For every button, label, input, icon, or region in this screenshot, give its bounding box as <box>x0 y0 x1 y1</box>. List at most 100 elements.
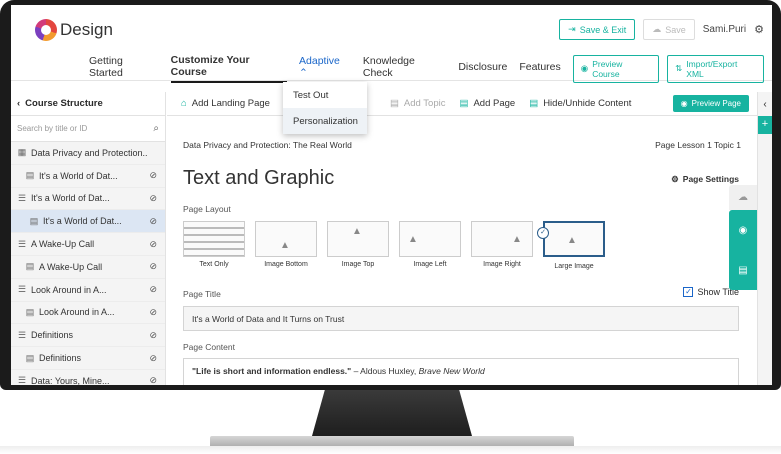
tab-knowledge-check[interactable]: Knowledge Check <box>363 55 446 82</box>
page-title-input[interactable]: It's a World of Data and It Turns on Tru… <box>183 306 739 331</box>
import-export-button[interactable]: ⇅ Import/Export XML <box>667 54 764 83</box>
sidebar-item[interactable]: ▤ It's a World of Dat... ⊘ <box>11 165 165 188</box>
add-topic-button[interactable]: ▤ Add Topic <box>390 98 446 109</box>
monitor-neck <box>312 390 472 436</box>
plus-icon[interactable]: + <box>758 116 772 134</box>
image-icon: ▲ <box>567 235 577 246</box>
sidebar-item[interactable]: ☰ Data: Yours, Mine... ⊘ <box>11 370 165 385</box>
editor-toolbar: ⌂ Add Landing Page ▤ Add Topic ▤ Add Page ▤… <box>167 92 757 116</box>
quote-text: "Life is short and information endless." <box>192 366 352 376</box>
sidebar-item-label: Definitions <box>31 330 74 341</box>
visibility-icon[interactable]: ⊘ <box>149 170 157 181</box>
visibility-icon[interactable]: ⊘ <box>149 193 157 204</box>
app-logo[interactable]: Design <box>35 19 113 41</box>
search-input[interactable]: Search by title or ID ⌕ <box>11 116 165 142</box>
import-export-label: Import/Export XML <box>686 58 738 79</box>
user-name[interactable]: Sami.Puri <box>703 24 746 35</box>
chevron-left-icon[interactable]: ‹ <box>17 98 20 109</box>
search-placeholder: Search by title or ID <box>17 124 88 133</box>
layout-option[interactable]: ▲ Image Bottom <box>255 221 319 279</box>
image-icon: ▲ <box>352 226 362 237</box>
sidebar-item[interactable]: ▤ It's a World of Dat... ⊘ <box>11 210 165 234</box>
add-topic-label: Add Topic <box>403 98 446 109</box>
page-reference: Page Lesson 1 Topic 1 <box>655 140 741 150</box>
visibility-icon[interactable]: ⊘ <box>149 239 157 250</box>
eye-icon[interactable]: ◉ <box>739 225 748 236</box>
eye-icon: ◉ <box>580 63 589 73</box>
visibility-icon[interactable]: ⊘ <box>149 216 157 227</box>
hide-unhide-button[interactable]: ▤ Hide/Unhide Content <box>529 98 631 109</box>
layout-option[interactable]: ▲ Image Right <box>471 221 535 279</box>
sidebar-item[interactable]: ▤ Look Around in A... ⊘ <box>11 302 165 325</box>
preview-page-button[interactable]: ◉ Preview Page <box>672 95 749 112</box>
chevron-left-icon[interactable]: ‹ <box>758 92 772 116</box>
search-icon: ⌕ <box>153 123 159 134</box>
logo-icon <box>35 19 57 41</box>
chevron-up-icon: ⌃ <box>299 66 308 79</box>
page-editor: Data Privacy and Protection: The Real Wo… <box>167 117 751 385</box>
sidebar-item-label: Definitions <box>39 353 82 364</box>
page-content-label: Page Content <box>183 342 235 352</box>
topic-icon: ▤ <box>389 98 399 109</box>
image-icon: ▲ <box>512 234 522 245</box>
visibility-icon[interactable]: ⊘ <box>149 261 157 272</box>
sidebar-item[interactable]: ▤ A Wake-Up Call ⊘ <box>11 256 165 279</box>
app-screen: Design ⇥ Save & Exit ☁ Save Sami.Puri ⚙ … <box>11 5 772 385</box>
page-icon: ▤ <box>25 306 35 317</box>
hide-icon: ▤ <box>529 98 539 109</box>
menu-item-personalization[interactable]: Personalization <box>283 108 367 134</box>
hide-unhide-label: Hide/Unhide Content <box>543 98 632 109</box>
sidebar-item[interactable]: ☰ A Wake-Up Call ⊘ <box>11 233 165 256</box>
sidebar-item[interactable]: ☰ Definitions ⊘ <box>11 324 165 348</box>
list-icon: ☰ <box>17 284 27 295</box>
layout-option[interactable]: Text Only <box>183 221 247 279</box>
layout-option[interactable]: ▲ Image Left <box>399 221 463 279</box>
preview-course-button[interactable]: ◉ Preview Course <box>572 54 660 83</box>
course-structure-sidebar: ‹ Course Structure Search by title or ID… <box>11 92 166 385</box>
layout-thumbnail: ▲ <box>471 221 533 257</box>
quote-attribution: – Aldous Huxley, <box>351 366 419 376</box>
menu-item-test-out[interactable]: Test Out <box>283 82 367 108</box>
layout-label: Large Image <box>554 263 594 270</box>
monitor-frame: Design ⇥ Save & Exit ☁ Save Sami.Puri ⚙ … <box>0 0 781 390</box>
sidebar-item[interactable]: ▤ Definitions ⊘ <box>11 347 165 370</box>
layout-option[interactable]: ▲ Image Top <box>327 221 391 279</box>
home-icon: ⌂ <box>181 98 187 109</box>
sidebar-item[interactable]: ☰ It's a World of Dat... ⊘ <box>11 188 165 211</box>
stage: Design ⇥ Save & Exit ☁ Save Sami.Puri ⚙ … <box>0 0 781 454</box>
layout-thumbnail <box>183 221 245 257</box>
layout-label: Image Bottom <box>264 261 308 268</box>
add-landing-label: Add Landing Page <box>191 98 270 109</box>
add-page-button[interactable]: ▤ Add Page <box>459 98 515 109</box>
sidebar-item[interactable]: ☰ Look Around in A... ⊘ <box>11 279 165 302</box>
floating-actions: ☁ ◉ ▤ <box>729 185 757 290</box>
tab-disclosure[interactable]: Disclosure <box>458 61 507 76</box>
sidebar-item-label: It's a World of Dat... <box>39 170 118 181</box>
sidebar-header[interactable]: ‹ Course Structure <box>11 92 165 116</box>
document-icon[interactable]: ▤ <box>738 265 747 276</box>
add-landing-page-button[interactable]: ⌂ Add Landing Page <box>181 98 270 109</box>
layout-option[interactable]: ▲ Large Image ✓ <box>537 221 607 279</box>
visibility-icon[interactable]: ⊘ <box>149 284 157 295</box>
layout-label: Page Layout <box>183 204 231 214</box>
page-settings-link[interactable]: ⚙ Page Settings <box>671 174 739 185</box>
page-add-icon: ▤ <box>459 98 469 109</box>
tab-customize-course[interactable]: Customize Your Course <box>170 54 288 83</box>
tab-features[interactable]: Features <box>519 61 560 76</box>
visibility-icon[interactable]: ⊘ <box>149 375 157 385</box>
course-tree: ▦ Data Privacy and Protection.. ▤ It's a Wo… <box>11 142 165 385</box>
save-button[interactable]: ☁ Save <box>643 19 695 40</box>
tab-adaptive[interactable]: Adaptive ⌃ <box>299 55 351 83</box>
sidebar-item[interactable]: ▦ Data Privacy and Protection.. <box>11 142 165 165</box>
page-icon: ▤ <box>25 352 35 363</box>
user-settings-icon[interactable]: ⚙ <box>754 23 764 36</box>
visibility-icon[interactable]: ⊘ <box>149 330 157 341</box>
layout-thumbnail: ▲ <box>399 221 461 257</box>
page-content-editor[interactable]: "Life is short and information endless."… <box>183 358 739 385</box>
save-exit-button[interactable]: ⇥ Save & Exit <box>559 19 636 40</box>
tab-getting-started[interactable]: Getting Started <box>89 55 159 82</box>
visibility-icon[interactable]: ⊘ <box>149 353 157 364</box>
cloud-upload-icon[interactable]: ☁ <box>729 185 757 210</box>
visibility-icon[interactable]: ⊘ <box>149 307 157 318</box>
page-icon: ▤ <box>25 170 35 181</box>
